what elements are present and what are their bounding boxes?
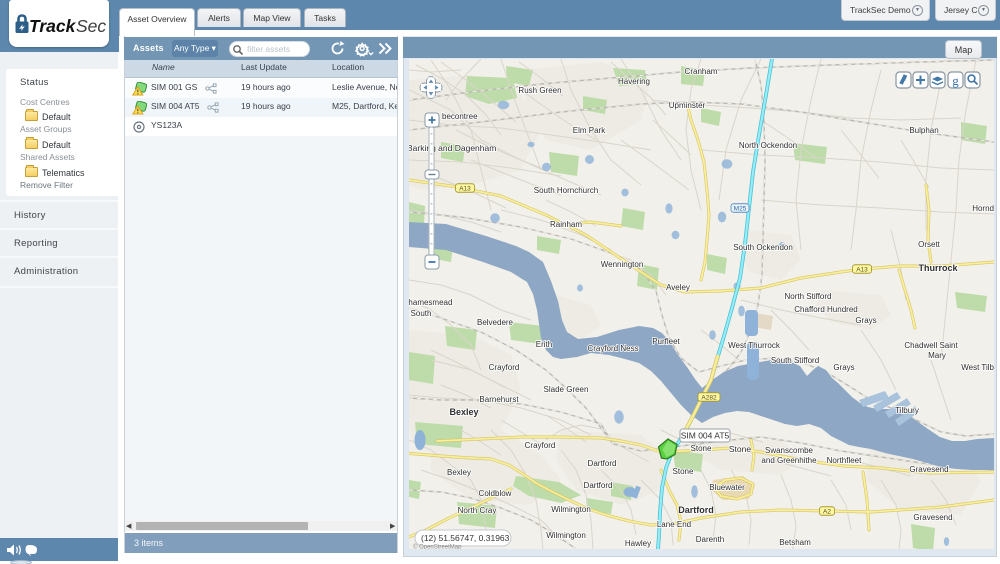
svg-text:Hornd: Hornd <box>972 204 994 213</box>
svg-text:Wennington: Wennington <box>601 260 644 269</box>
svg-text:Thurrock: Thurrock <box>918 263 958 273</box>
svg-text:Northfleet: Northfleet <box>827 456 862 465</box>
svg-text:Stone: Stone <box>691 444 712 453</box>
svg-text:A13: A13 <box>856 267 868 274</box>
svg-text:M25: M25 <box>734 206 747 213</box>
svg-text:Bulphan: Bulphan <box>909 126 938 135</box>
svg-text:Wilmington: Wilmington <box>551 505 591 514</box>
svg-text:SIM 004 AT5: SIM 004 AT5 <box>681 431 730 441</box>
svg-text:Havering: Havering <box>618 77 650 86</box>
svg-text:A2: A2 <box>823 509 831 516</box>
svg-text:Hawley: Hawley <box>625 539 651 548</box>
svg-text:Sec: Sec <box>76 16 106 36</box>
svg-text:South: South <box>411 309 432 318</box>
svg-text:Dartford: Dartford <box>678 505 714 515</box>
svg-text:Rush Green: Rush Green <box>518 86 561 95</box>
svg-text:Gravesend: Gravesend <box>913 513 952 522</box>
svg-text:Belvedere: Belvedere <box>477 318 514 327</box>
svg-text:becontree: becontree <box>442 112 478 121</box>
svg-text:Bexley: Bexley <box>447 468 471 477</box>
svg-text:West Tilb: West Tilb <box>961 363 994 372</box>
svg-text:Wilmington: Wilmington <box>546 531 586 540</box>
svg-text:North Stifford: North Stifford <box>785 292 832 301</box>
svg-text:© OpenStreetMap: © OpenStreetMap <box>413 544 462 550</box>
svg-text:Chafford Hundred: Chafford Hundred <box>794 305 857 314</box>
svg-text:Gravesend: Gravesend <box>909 465 948 474</box>
svg-text:West Thurrock: West Thurrock <box>728 341 781 350</box>
svg-text:Chadwell Saint: Chadwell Saint <box>904 341 958 350</box>
svg-text:South Hornchurch: South Hornchurch <box>534 186 598 195</box>
svg-text:North Cray: North Cray <box>458 506 497 515</box>
svg-text:Crayford: Crayford <box>525 441 556 450</box>
svg-text:Darenth: Darenth <box>696 535 724 544</box>
svg-text:Grays: Grays <box>855 316 876 325</box>
svg-text:South Ockendon: South Ockendon <box>733 243 793 252</box>
svg-text:Track: Track <box>29 16 77 36</box>
svg-text:Cranham: Cranham <box>685 67 718 76</box>
svg-text:Crayford Ness: Crayford Ness <box>587 344 638 353</box>
svg-text:Rainham: Rainham <box>550 220 582 229</box>
svg-text:Coldblow: Coldblow <box>479 489 512 498</box>
svg-text:Lane End: Lane End <box>657 520 691 529</box>
svg-text:South Stifford: South Stifford <box>771 356 819 365</box>
svg-text:Orsett: Orsett <box>918 240 941 249</box>
svg-text:Crayford: Crayford <box>489 363 520 372</box>
svg-text:Stone: Stone <box>729 444 751 454</box>
svg-text:Mary: Mary <box>928 351 946 360</box>
svg-text:Bexley: Bexley <box>449 407 478 417</box>
svg-text:Tilbury: Tilbury <box>895 406 919 415</box>
svg-text:Barking and Dagenham: Barking and Dagenham <box>409 143 496 153</box>
svg-text:Slade Green: Slade Green <box>544 385 589 394</box>
svg-text:Thamesmead: Thamesmead <box>409 298 452 307</box>
svg-text:(12) 51.56747, 0.31963: (12) 51.56747, 0.31963 <box>421 533 510 543</box>
svg-text:Dartford: Dartford <box>588 459 617 468</box>
svg-text:Swanscombe: Swanscombe <box>765 446 814 455</box>
svg-text:Elm Park: Elm Park <box>573 126 606 135</box>
svg-text:Betsham: Betsham <box>779 538 811 547</box>
svg-text:Upminster: Upminster <box>669 101 706 110</box>
svg-text:Grays: Grays <box>833 363 854 372</box>
svg-text:Dartford: Dartford <box>584 481 613 490</box>
svg-text:A13: A13 <box>459 186 471 193</box>
svg-text:Stone: Stone <box>673 467 694 476</box>
svg-text:and Greenhithe: and Greenhithe <box>761 456 817 465</box>
svg-text:Barnehurst: Barnehurst <box>479 395 519 404</box>
svg-text:A282: A282 <box>701 395 717 402</box>
svg-text:g: g <box>952 73 959 88</box>
svg-text:Purfleet: Purfleet <box>652 337 680 346</box>
svg-text:Bluewater: Bluewater <box>709 483 745 492</box>
svg-text:Erith: Erith <box>536 340 552 349</box>
svg-text:North Ockendon: North Ockendon <box>739 141 797 150</box>
svg-text:Aveley: Aveley <box>666 283 690 292</box>
